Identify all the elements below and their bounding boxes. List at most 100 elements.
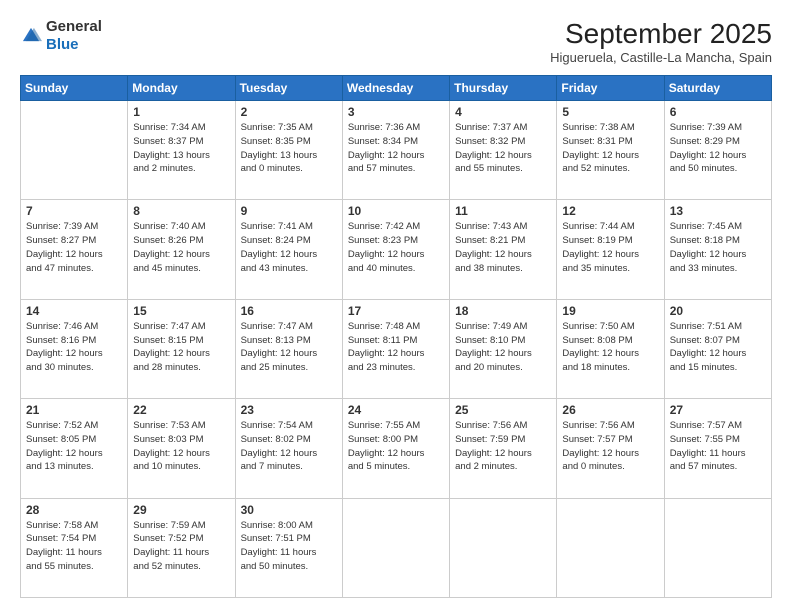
header: General Blue September 2025 Higueruela, … [20, 18, 772, 65]
day-info: Sunrise: 7:55 AM Sunset: 8:00 PM Dayligh… [348, 419, 444, 474]
week-row-4: 21 Sunrise: 7:52 AM Sunset: 8:05 PM Dayli… [21, 399, 772, 498]
day-number: 5 [562, 105, 658, 119]
day-cell: 1 Sunrise: 7:34 AM Sunset: 8:37 PM Daylig… [128, 101, 235, 200]
day-info: Sunrise: 7:38 AM Sunset: 8:31 PM Dayligh… [562, 121, 658, 176]
day-number: 13 [670, 204, 766, 218]
day-number: 4 [455, 105, 551, 119]
logo-text: General Blue [46, 18, 102, 54]
day-info: Sunrise: 7:35 AM Sunset: 8:35 PM Dayligh… [241, 121, 337, 176]
day-number: 22 [133, 403, 229, 417]
day-number: 16 [241, 304, 337, 318]
day-number: 20 [670, 304, 766, 318]
day-cell: 3Sunrise: 7:36 AM Sunset: 8:34 PM Daylig… [342, 101, 449, 200]
col-header-thursday: Thursday [450, 76, 557, 101]
day-number: 26 [562, 403, 658, 417]
col-header-tuesday: Tuesday [235, 76, 342, 101]
week-row-5: 28 Sunrise: 7:58 AM Sunset: 7:54 PM Dayli… [21, 498, 772, 597]
day-cell: 7Sunrise: 7:39 AM Sunset: 8:27 PM Daylig… [21, 200, 128, 299]
col-header-sunday: Sunday [21, 76, 128, 101]
day-cell [664, 498, 771, 597]
day-number: 11 [455, 204, 551, 218]
day-cell: 29 Sunrise: 7:59 AM Sunset: 7:52 PM Dayli… [128, 498, 235, 597]
day-number: 12 [562, 204, 658, 218]
day-cell: 22 Sunrise: 7:53 AM Sunset: 8:03 PM Dayli… [128, 399, 235, 498]
day-info: Sunrise: 7:40 AM Sunset: 8:26 PM Dayligh… [133, 220, 229, 275]
col-header-friday: Friday [557, 76, 664, 101]
day-info: Sunrise: 7:42 AM Sunset: 8:23 PM Dayligh… [348, 220, 444, 275]
day-info: Sunrise: 7:41 AM Sunset: 8:24 PM Dayligh… [241, 220, 337, 275]
col-header-wednesday: Wednesday [342, 76, 449, 101]
day-info: Sunrise: 7:56 AM Sunset: 7:57 PM Dayligh… [562, 419, 658, 474]
day-number: 1 [133, 105, 229, 119]
day-cell: 12 Sunrise: 7:44 AM Sunset: 8:19 PM Dayli… [557, 200, 664, 299]
logo: General Blue [20, 18, 102, 54]
day-number: 25 [455, 403, 551, 417]
day-cell: 6Sunrise: 7:39 AM Sunset: 8:29 PM Daylig… [664, 101, 771, 200]
day-number: 8 [133, 204, 229, 218]
day-cell: 27Sunrise: 7:57 AM Sunset: 7:55 PM Dayli… [664, 399, 771, 498]
day-info: Sunrise: 7:58 AM Sunset: 7:54 PM Dayligh… [26, 519, 122, 574]
day-cell: 8 Sunrise: 7:40 AM Sunset: 8:26 PM Daylig… [128, 200, 235, 299]
day-info: Sunrise: 7:52 AM Sunset: 8:05 PM Dayligh… [26, 419, 122, 474]
day-number: 19 [562, 304, 658, 318]
calendar-table: SundayMondayTuesdayWednesdayThursdayFrid… [20, 75, 772, 598]
day-info: Sunrise: 7:44 AM Sunset: 8:19 PM Dayligh… [562, 220, 658, 275]
day-number: 14 [26, 304, 122, 318]
day-number: 29 [133, 503, 229, 517]
day-cell: 2 Sunrise: 7:35 AM Sunset: 8:35 PM Daylig… [235, 101, 342, 200]
day-info: Sunrise: 8:00 AM Sunset: 7:51 PM Dayligh… [241, 519, 337, 574]
day-number: 15 [133, 304, 229, 318]
day-cell: 14 Sunrise: 7:46 AM Sunset: 8:16 PM Dayli… [21, 299, 128, 398]
day-number: 24 [348, 403, 444, 417]
day-info: Sunrise: 7:54 AM Sunset: 8:02 PM Dayligh… [241, 419, 337, 474]
day-info: Sunrise: 7:50 AM Sunset: 8:08 PM Dayligh… [562, 320, 658, 375]
day-info: Sunrise: 7:53 AM Sunset: 8:03 PM Dayligh… [133, 419, 229, 474]
day-number: 17 [348, 304, 444, 318]
day-info: Sunrise: 7:46 AM Sunset: 8:16 PM Dayligh… [26, 320, 122, 375]
day-cell: 4 Sunrise: 7:37 AM Sunset: 8:32 PM Daylig… [450, 101, 557, 200]
day-number: 2 [241, 105, 337, 119]
day-info: Sunrise: 7:43 AM Sunset: 8:21 PM Dayligh… [455, 220, 551, 275]
day-cell: 28 Sunrise: 7:58 AM Sunset: 7:54 PM Dayli… [21, 498, 128, 597]
day-cell: 9 Sunrise: 7:41 AM Sunset: 8:24 PM Daylig… [235, 200, 342, 299]
day-info: Sunrise: 7:57 AM Sunset: 7:55 PM Dayligh… [670, 419, 766, 474]
day-info: Sunrise: 7:39 AM Sunset: 8:27 PM Dayligh… [26, 220, 122, 275]
day-info: Sunrise: 7:45 AM Sunset: 8:18 PM Dayligh… [670, 220, 766, 275]
day-info: Sunrise: 7:56 AM Sunset: 7:59 PM Dayligh… [455, 419, 551, 474]
day-cell: 5 Sunrise: 7:38 AM Sunset: 8:31 PM Daylig… [557, 101, 664, 200]
day-number: 30 [241, 503, 337, 517]
day-cell: 15Sunrise: 7:47 AM Sunset: 8:15 PM Dayli… [128, 299, 235, 398]
day-cell: 24 Sunrise: 7:55 AM Sunset: 8:00 PM Dayli… [342, 399, 449, 498]
day-cell [450, 498, 557, 597]
day-info: Sunrise: 7:36 AM Sunset: 8:34 PM Dayligh… [348, 121, 444, 176]
day-cell [342, 498, 449, 597]
day-number: 28 [26, 503, 122, 517]
day-cell: 30 Sunrise: 8:00 AM Sunset: 7:51 PM Dayli… [235, 498, 342, 597]
logo-blue: Blue [46, 36, 79, 53]
day-cell: 26 Sunrise: 7:56 AM Sunset: 7:57 PM Dayli… [557, 399, 664, 498]
month-title: September 2025 [550, 18, 772, 50]
day-cell: 20 Sunrise: 7:51 AM Sunset: 8:07 PM Dayli… [664, 299, 771, 398]
day-number: 6 [670, 105, 766, 119]
day-cell: 19 Sunrise: 7:50 AM Sunset: 8:08 PM Dayli… [557, 299, 664, 398]
day-info: Sunrise: 7:59 AM Sunset: 7:52 PM Dayligh… [133, 519, 229, 574]
day-cell: 17 Sunrise: 7:48 AM Sunset: 8:11 PM Dayli… [342, 299, 449, 398]
day-info: Sunrise: 7:34 AM Sunset: 8:37 PM Dayligh… [133, 121, 229, 176]
week-row-1: 1 Sunrise: 7:34 AM Sunset: 8:37 PM Daylig… [21, 101, 772, 200]
day-info: Sunrise: 7:48 AM Sunset: 8:11 PM Dayligh… [348, 320, 444, 375]
week-row-3: 14 Sunrise: 7:46 AM Sunset: 8:16 PM Dayli… [21, 299, 772, 398]
day-cell: 16 Sunrise: 7:47 AM Sunset: 8:13 PM Dayli… [235, 299, 342, 398]
day-cell: 18Sunrise: 7:49 AM Sunset: 8:10 PM Dayli… [450, 299, 557, 398]
week-row-2: 7Sunrise: 7:39 AM Sunset: 8:27 PM Daylig… [21, 200, 772, 299]
day-number: 9 [241, 204, 337, 218]
day-info: Sunrise: 7:51 AM Sunset: 8:07 PM Dayligh… [670, 320, 766, 375]
day-number: 21 [26, 403, 122, 417]
title-block: September 2025 Higueruela, Castille-La M… [550, 18, 772, 65]
day-info: Sunrise: 7:49 AM Sunset: 8:10 PM Dayligh… [455, 320, 551, 375]
logo-icon [20, 25, 42, 47]
day-info: Sunrise: 7:37 AM Sunset: 8:32 PM Dayligh… [455, 121, 551, 176]
location-subtitle: Higueruela, Castille-La Mancha, Spain [550, 50, 772, 65]
day-info: Sunrise: 7:47 AM Sunset: 8:13 PM Dayligh… [241, 320, 337, 375]
col-header-monday: Monday [128, 76, 235, 101]
day-cell: 21 Sunrise: 7:52 AM Sunset: 8:05 PM Dayli… [21, 399, 128, 498]
